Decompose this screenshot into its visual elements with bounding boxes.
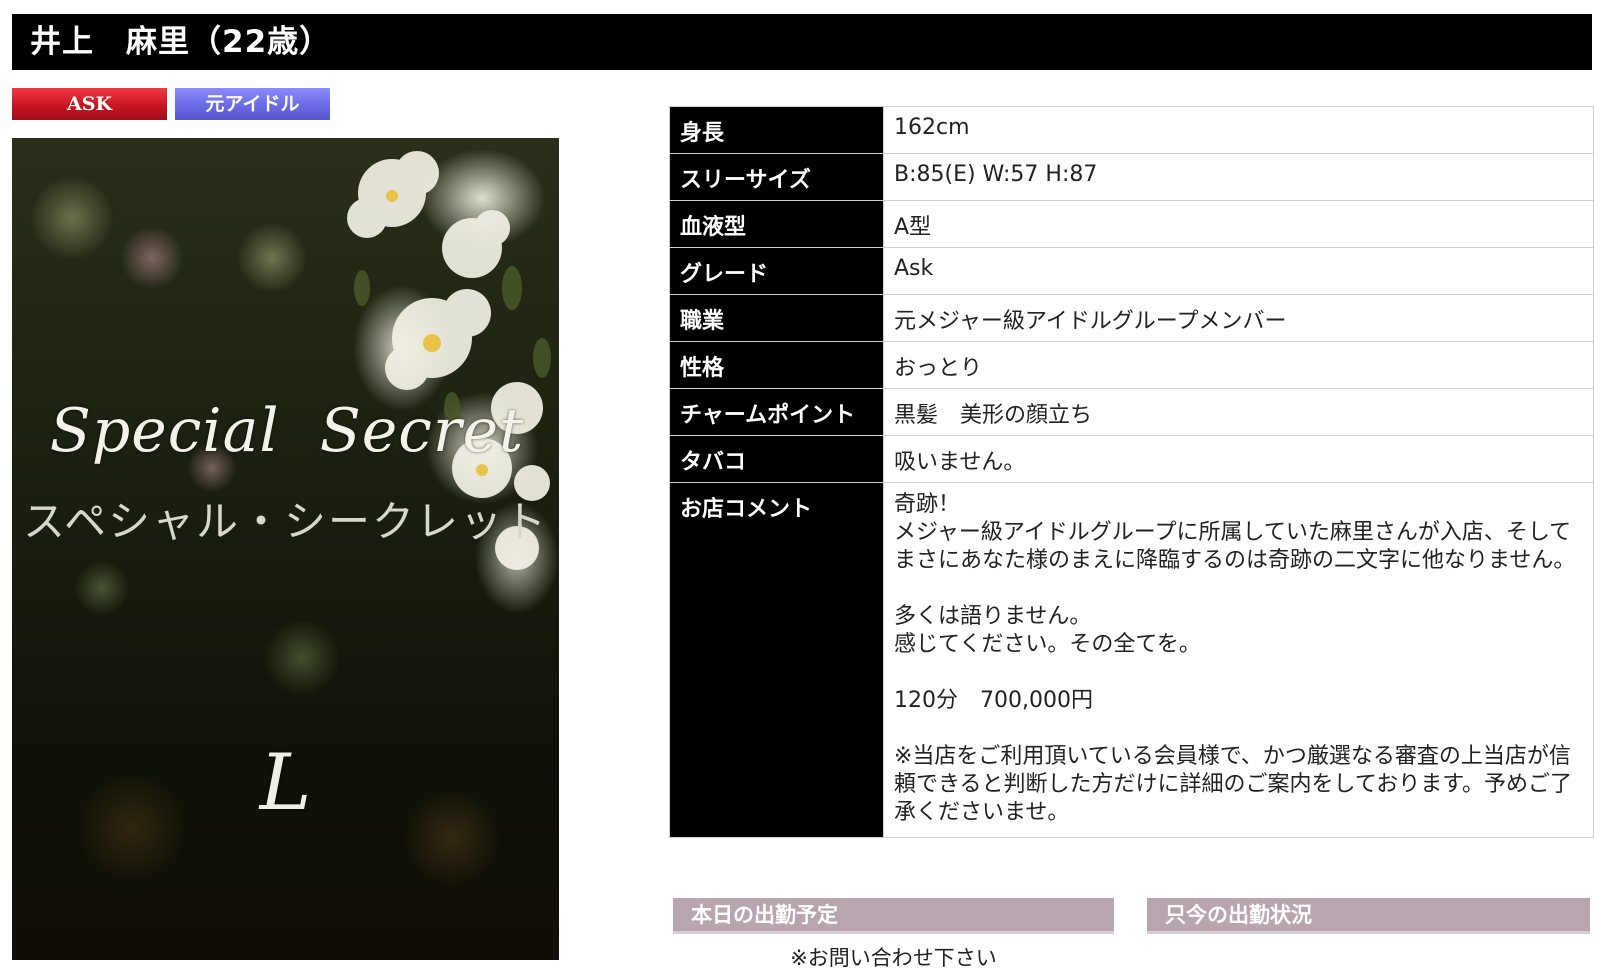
profile-value: 黒髪 美形の顔立ち	[883, 388, 1594, 436]
photo-title-jp: スペシャル・シークレット	[22, 497, 549, 546]
profile-row-tobacco: タバコ 吸いません。	[669, 435, 1594, 483]
profile-row-shop-comment: お店コメント 奇跡！ メジャー級アイドルグループに所属していた麻里さんが入店、そ…	[669, 482, 1594, 838]
profile-label: タバコ	[669, 435, 884, 483]
profile-label: グレード	[669, 247, 884, 295]
profile-value: おっとり	[883, 341, 1594, 389]
profile-value: B:85(E) W:57 H:87	[883, 153, 1594, 201]
profile-label: 職業	[669, 294, 884, 342]
flower-decoration-icon	[347, 151, 551, 570]
badge-former-idol: 元アイドル	[175, 88, 330, 120]
profile-value: 元メジャー級アイドルグループメンバー	[883, 294, 1594, 342]
schedule-today-note: ※お問い合わせ下さい	[790, 946, 997, 970]
photo-title-en: Special Secret	[49, 396, 525, 466]
profile-photo: Special Secret スペシャル・シークレット L	[12, 138, 559, 960]
schedule-now-heading: 只今の出勤状況	[1147, 898, 1590, 934]
profile-row-height: 身長 162cm	[669, 106, 1594, 154]
profile-value: 162cm	[883, 106, 1594, 154]
profile-row-occupation: 職業 元メジャー級アイドルグループメンバー	[669, 294, 1594, 342]
profile-row-grade: グレード Ask	[669, 247, 1594, 295]
profile-label: お店コメント	[669, 482, 884, 838]
profile-table: 身長 162cm スリーサイズ B:85(E) W:57 H:87 血液型 A型…	[669, 106, 1594, 838]
profile-row-personality: 性格 おっとり	[669, 341, 1594, 389]
profile-label: 性格	[669, 341, 884, 389]
profile-label: 血液型	[669, 200, 884, 248]
photo-monogram: L	[259, 738, 312, 828]
profile-title-bar: 井上 麻里（22歳）	[12, 14, 1592, 70]
profile-value: 吸いません。	[883, 435, 1594, 483]
profile-row-blood-type: 血液型 A型	[669, 200, 1594, 248]
profile-label: スリーサイズ	[669, 153, 884, 201]
profile-value: Ask	[883, 247, 1594, 295]
profile-row-charm-point: チャームポイント 黒髪 美形の顔立ち	[669, 388, 1594, 436]
badge-ask: ASK	[12, 88, 167, 120]
profile-row-three-sizes: スリーサイズ B:85(E) W:57 H:87	[669, 153, 1594, 201]
schedule-today-heading: 本日の出勤予定	[673, 898, 1114, 934]
profile-value: A型	[883, 200, 1594, 248]
profile-name-age: 井上 麻里（22歳）	[30, 24, 332, 60]
profile-label: チャームポイント	[669, 388, 884, 436]
profile-label: 身長	[669, 106, 884, 154]
shop-comment-text: 奇跡！ メジャー級アイドルグループに所属していた麻里さんが入店、そしてまさにあな…	[883, 482, 1594, 838]
